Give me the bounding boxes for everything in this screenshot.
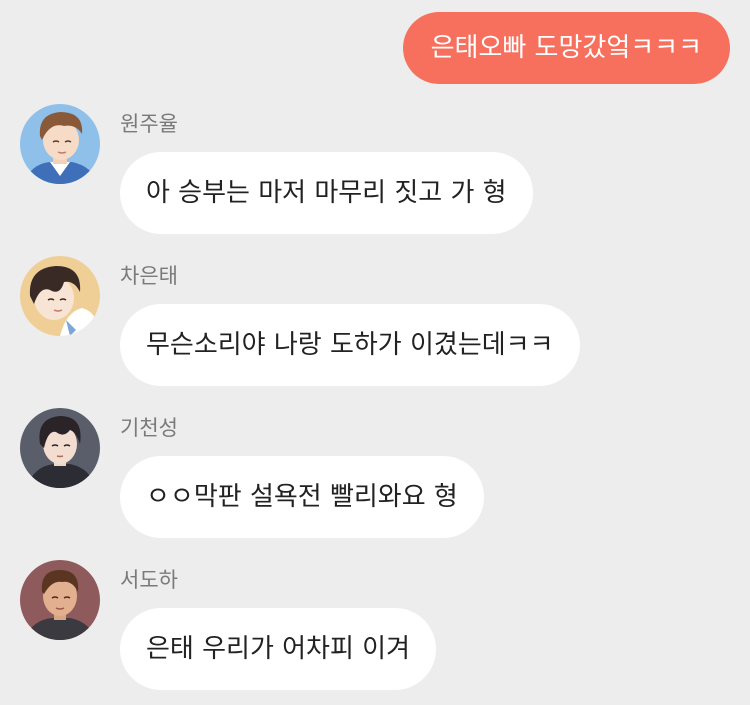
- avatar-gicheonseong-icon[interactable]: [20, 408, 100, 488]
- avatar-chaeuntae-icon[interactable]: [20, 256, 100, 336]
- sender-name: 기천성: [120, 416, 178, 440]
- incoming-message-bubble[interactable]: 무슨소리야 나랑 도하가 이겼는데ㅋㅋ: [120, 304, 580, 386]
- avatar-wonjuyul-icon[interactable]: [20, 104, 100, 184]
- incoming-message-bubble[interactable]: ㅇㅇ막판 설욕전 빨리와요 형: [120, 456, 484, 538]
- outgoing-message-bubble[interactable]: 은태오빠 도망갔엌ㅋㅋㅋ: [402, 12, 730, 84]
- chat-area: 은태오빠 도망갔엌ㅋㅋㅋ 원주율 아 승부는 마저 마무리 짓고 가 형 차은태…: [0, 0, 750, 705]
- sender-name: 서도하: [120, 568, 178, 592]
- sender-name: 원주율: [120, 112, 178, 136]
- incoming-message-bubble[interactable]: 은태 우리가 어차피 이겨: [120, 608, 436, 690]
- avatar-seodoha-icon[interactable]: [20, 560, 100, 640]
- incoming-message-bubble[interactable]: 아 승부는 마저 마무리 짓고 가 형: [120, 152, 533, 234]
- sender-name: 차은태: [120, 264, 178, 288]
